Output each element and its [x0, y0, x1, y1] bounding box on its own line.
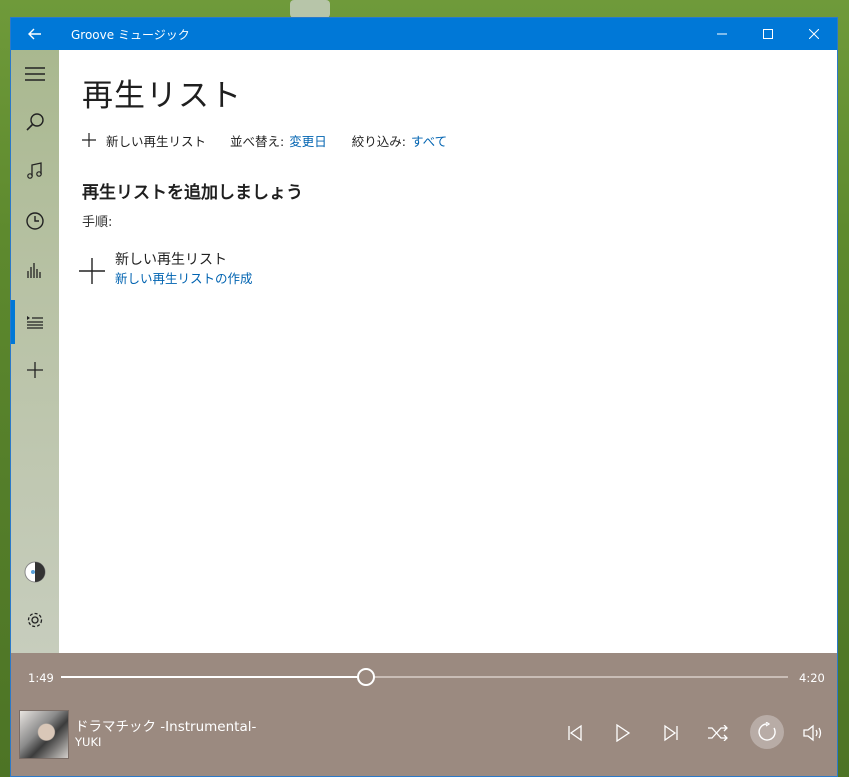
playlist-icon [26, 315, 44, 329]
search-icon [25, 112, 45, 132]
play-icon [615, 724, 631, 742]
sidebar-item-settings[interactable] [11, 596, 59, 644]
account-avatar-icon [24, 561, 46, 583]
sidebar-item-recent[interactable] [11, 197, 59, 245]
empty-state-heading: 再生リストを追加しましょう [82, 183, 303, 203]
filter-dropdown[interactable]: すべて [411, 131, 447, 150]
new-playlist-command-label: 新しい再生リスト [106, 133, 207, 149]
app-title: Groove ミュージック [71, 28, 190, 42]
repeat-button[interactable] [750, 715, 784, 749]
sidebar-item-search[interactable] [11, 98, 59, 146]
play-button[interactable] [603, 715, 643, 751]
plus-icon [26, 361, 44, 379]
seek-bar-fill [61, 676, 367, 678]
back-button[interactable] [11, 18, 59, 50]
maximize-button[interactable] [745, 18, 791, 50]
track-title[interactable]: ドラマチック -Instrumental- [75, 715, 256, 735]
repeat-icon [757, 722, 777, 742]
sidebar-item-playlists[interactable] [11, 298, 59, 346]
shuffle-button[interactable] [698, 715, 738, 751]
sidebar-item-new-playlist[interactable] [11, 346, 59, 394]
sort-dropdown[interactable]: 変更日 [289, 131, 327, 150]
total-time: 4:20 [799, 671, 825, 685]
create-playlist-link[interactable]: 新しい再生リストの作成 [115, 270, 253, 288]
new-playlist-title: 新しい再生リスト [115, 252, 227, 268]
close-icon [809, 29, 819, 39]
navigation-sidebar [11, 50, 59, 653]
page-title: 再生リスト [82, 78, 242, 114]
current-time: 1:49 [28, 671, 54, 685]
next-button[interactable] [651, 715, 691, 751]
steps-label: 手順: [82, 215, 113, 230]
groove-music-window: Groove ミュージック 再生リスト 新しい再生リスト 並べ替え: 変更日 絞… [11, 18, 837, 776]
minimize-icon [717, 29, 727, 39]
new-playlist-text: 新しい再生リスト 新しい再生リストの作成 [115, 250, 253, 288]
plus-icon [79, 258, 105, 284]
now-playing-bars-icon [26, 261, 44, 279]
settings-gear-icon [26, 611, 44, 629]
new-playlist-command[interactable]: 新しい再生リスト [82, 131, 206, 150]
new-playlist-card[interactable]: 新しい再生リスト 新しい再生リストの作成 [79, 250, 253, 288]
sidebar-item-menu[interactable] [11, 50, 59, 98]
filter-label: 絞り込み: [351, 133, 406, 149]
desktop-background-detail [290, 0, 330, 18]
maximize-icon [763, 29, 773, 39]
album-art[interactable] [19, 710, 69, 759]
title-bar: Groove ミュージック [11, 18, 837, 50]
next-icon [662, 724, 680, 742]
back-arrow-icon [28, 28, 42, 40]
recent-clock-icon [25, 211, 45, 231]
close-button[interactable] [791, 18, 837, 50]
seek-bar[interactable] [61, 668, 788, 686]
volume-button[interactable] [794, 715, 834, 751]
hamburger-menu-icon [25, 67, 45, 81]
plus-icon [82, 133, 96, 147]
track-artist[interactable]: YUKI [75, 735, 101, 749]
sidebar-item-now-playing[interactable] [11, 246, 59, 294]
shuffle-icon [707, 725, 729, 741]
minimize-button[interactable] [699, 18, 745, 50]
command-bar: 新しい再生リスト 並べ替え: 変更日 絞り込み: すべて [82, 130, 472, 150]
previous-button[interactable] [555, 715, 595, 751]
main-content: 再生リスト 新しい再生リスト 並べ替え: 変更日 絞り込み: すべて 再生リスト… [59, 50, 837, 653]
sort-label: 並べ替え: [230, 133, 285, 149]
music-note-icon [26, 162, 44, 180]
now-playing-bar: 1:49 4:20 ドラマチック -Instrumental- YUKI [11, 653, 837, 776]
sidebar-item-my-music[interactable] [11, 147, 59, 195]
previous-icon [566, 724, 584, 742]
volume-icon [803, 724, 825, 742]
sidebar-item-account[interactable] [11, 548, 59, 596]
seek-thumb[interactable] [357, 668, 376, 686]
